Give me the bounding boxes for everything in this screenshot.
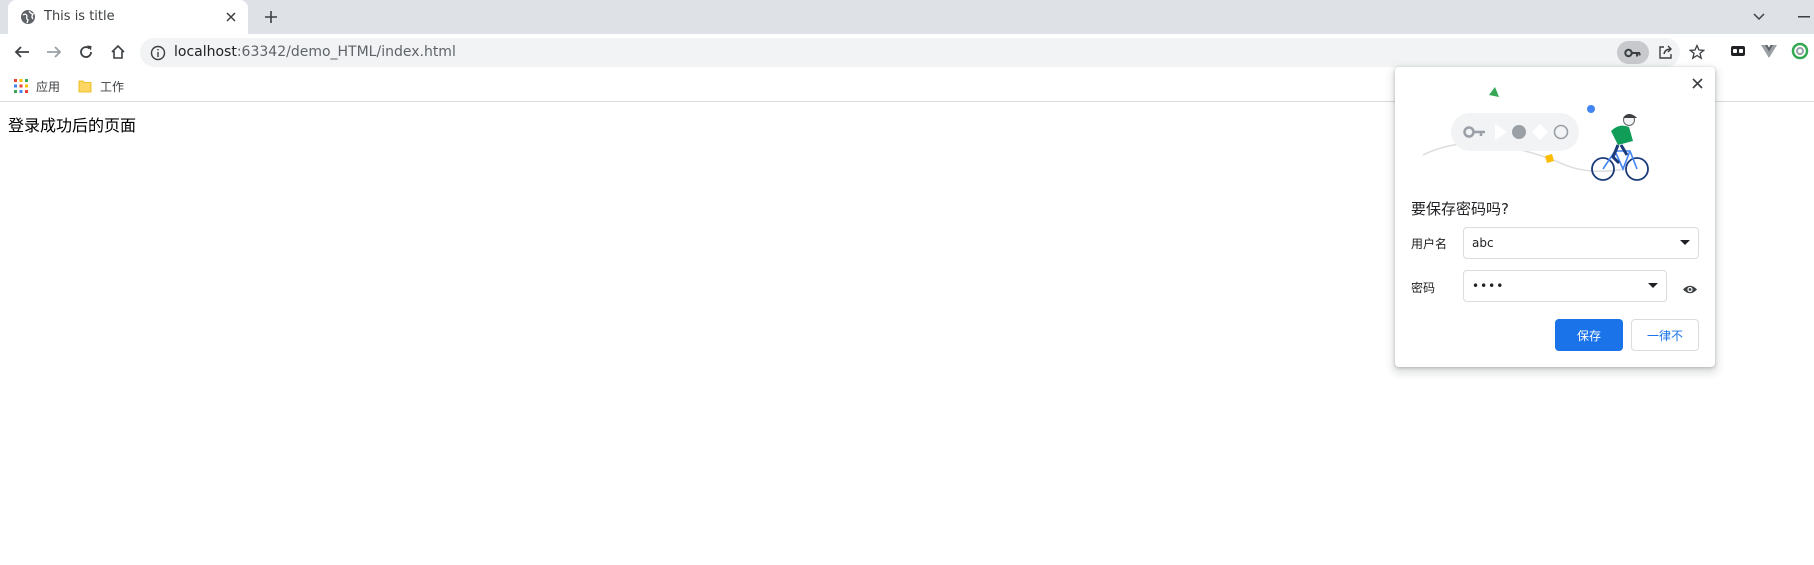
password-key-icon[interactable]: [1617, 41, 1649, 64]
show-password-eye-icon[interactable]: [1680, 279, 1700, 299]
username-value: abc: [1472, 236, 1494, 250]
password-value: ••••: [1472, 279, 1505, 293]
tab-search-chevron-icon[interactable]: [1748, 6, 1770, 28]
back-arrow-icon[interactable]: [10, 40, 34, 64]
tab-strip: This is title: [0, 0, 1814, 34]
browser-toolbar: localhost:63342/demo_HTML/index.html: [0, 34, 1814, 70]
globe-icon: [20, 9, 36, 25]
tab-title: This is title: [44, 9, 115, 24]
extension-ring-icon[interactable]: [1789, 40, 1811, 62]
password-label: 密码: [1411, 281, 1436, 295]
site-info-icon[interactable]: [150, 45, 166, 61]
username-label: 用户名: [1411, 237, 1448, 251]
browser-tab[interactable]: This is title: [8, 0, 248, 34]
bookmark-label: 工作: [100, 79, 125, 94]
reload-icon[interactable]: [74, 40, 98, 64]
username-select[interactable]: abc: [1463, 227, 1699, 259]
chevron-down-icon: [1680, 240, 1690, 245]
extension-glasses-icon[interactable]: [1727, 40, 1749, 62]
extension-vue-icon[interactable]: [1758, 40, 1780, 62]
url-host: localhost: [174, 44, 237, 60]
password-select[interactable]: ••••: [1463, 270, 1667, 302]
home-icon[interactable]: [106, 40, 130, 64]
save-password-dialog: 要保存密码吗? 用户名 abc 密码 •••• 保存 一律不: [1395, 67, 1715, 367]
folder-icon: [78, 79, 92, 93]
forward-arrow-icon[interactable]: [42, 40, 66, 64]
url-path: :63342/demo_HTML/index.html: [236, 44, 456, 60]
new-tab-plus-icon[interactable]: [260, 6, 282, 28]
apps-grid-icon: [14, 79, 28, 93]
share-icon[interactable]: [1657, 43, 1675, 61]
address-bar[interactable]: localhost:63342/demo_HTML/index.html: [140, 38, 1705, 67]
bookmark-label: 应用: [36, 79, 61, 94]
bookmark-star-icon[interactable]: [1688, 43, 1706, 61]
password-illustration: [1422, 87, 1649, 181]
close-tab-icon[interactable]: [222, 8, 240, 26]
save-button[interactable]: 保存: [1555, 319, 1623, 351]
close-icon[interactable]: [1687, 73, 1707, 93]
bookmark-apps[interactable]: 应用: [14, 76, 60, 96]
chevron-down-icon: [1648, 283, 1658, 288]
never-button[interactable]: 一律不: [1631, 319, 1699, 351]
url-text[interactable]: localhost:63342/demo_HTML/index.html: [174, 44, 456, 60]
page-body-text: 登录成功后的页面: [8, 116, 137, 135]
minimize-window-icon[interactable]: [1796, 6, 1812, 28]
dialog-title: 要保存密码吗?: [1411, 200, 1509, 218]
bookmark-folder-work[interactable]: 工作: [78, 76, 124, 96]
